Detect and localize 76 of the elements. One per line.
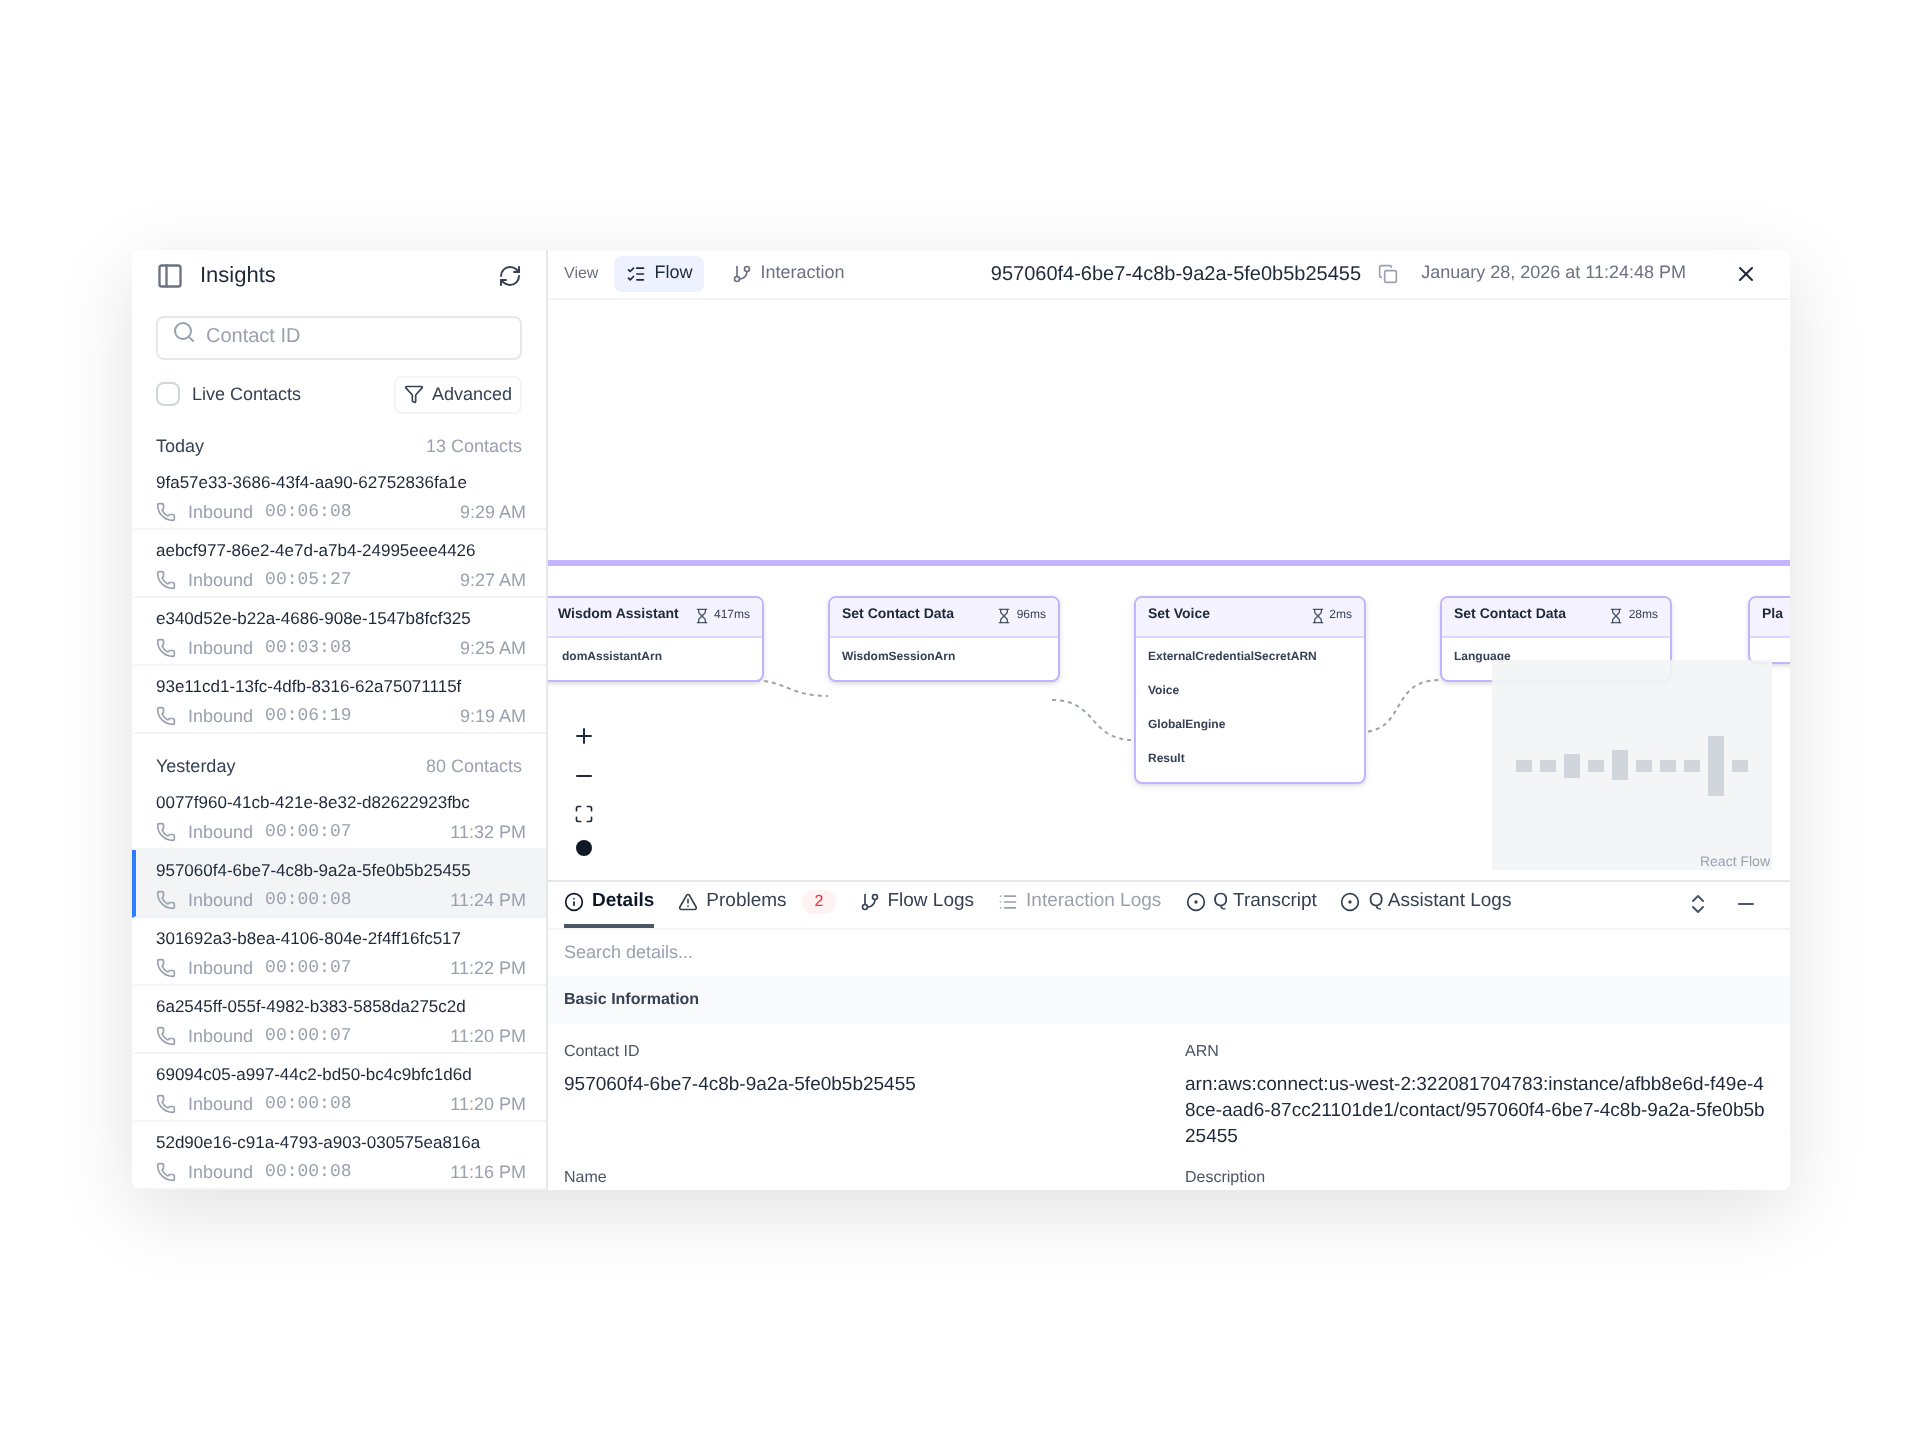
contact-item[interactable]: 52d90e16-c91a-4793-a903-030575ea816a Inbound 00:00:08 11:16 PM — [132, 1122, 546, 1190]
contact-time: 9:25 AM — [459, 636, 526, 660]
view-tab[interactable]: Interaction — [720, 256, 857, 292]
contact-time: 11:22 PM — [450, 956, 526, 980]
contact-id: 52d90e16-c91a-4793-a903-030575ea816a — [156, 1130, 483, 1154]
timestamp: January 28, 2026 at 11:24:48 PM — [1421, 260, 1686, 287]
contact-time: 11:20 PM — [450, 1092, 526, 1116]
field-label: Name — [564, 1166, 609, 1190]
group-label: Yesterday — [156, 754, 236, 778]
contact-time: 11:32 PM — [450, 820, 526, 844]
contact-item[interactable]: 69094c05-a997-44c2-bd50-bc4c9bfc1d6d Inbound 00:00:08 11:20 PM — [132, 1054, 546, 1122]
contact-id: 301692a3-b8ea-4106-804e-2f4ff16fc517 — [156, 926, 464, 950]
contact-direction: Inbound — [188, 820, 254, 844]
checkbox-label: Live Contacts — [192, 381, 302, 407]
field-value: arn:aws:connect:us-west-2:322081704783:instance/afbb8e6d-f49e-48ce-aad6-87cc21101de1/contact/957060f4-6be7-4c8b-9a2a-5fe0b5b25455 — [1185, 1072, 1767, 1150]
contact-direction: Inbound — [188, 1024, 254, 1048]
contact-item[interactable]: 6a2545ff-055f-4982-b383-5858da275c2d Inbound 00:00:07 11:20 PM — [132, 986, 546, 1054]
count-badge: 2 — [802, 890, 836, 915]
contact-duration: 00:00:07 — [265, 1024, 352, 1048]
contact-id: 957060f4-6be7-4c8b-9a2a-5fe0b5b25455 — [156, 858, 473, 882]
details-tab[interactable]: Details — [564, 882, 655, 928]
sidebar-title: Insights — [200, 261, 276, 292]
group-count: 80 Contacts — [425, 754, 522, 778]
details-tab[interactable]: Q Transcript — [1185, 882, 1317, 928]
contact-time: 11:16 PM — [450, 1160, 526, 1184]
contact-id: 93e11cd1-13fc-4dfb-8316-62a75071115f — [156, 674, 464, 698]
contact-direction: Inbound — [188, 500, 254, 524]
contact-direction: Inbound — [188, 636, 254, 660]
details-tab[interactable]: Q Assistant Logs — [1340, 882, 1512, 928]
contact-direction: Inbound — [188, 568, 254, 592]
search-field[interactable]: Contact ID — [156, 315, 522, 359]
contact-duration: 00:00:07 — [265, 956, 352, 980]
contact-item[interactable]: aebcf977-86e2-4e7d-a7b4-24995eee4426 Inbound 00:05:27 9:27 AM — [132, 530, 546, 598]
contact-duration: 00:00:08 — [265, 1160, 352, 1184]
contact-duration: 00:03:08 — [265, 636, 352, 660]
details-tab[interactable]: Problems 2 — [678, 882, 836, 928]
section-header: Basic Information — [548, 976, 1790, 1024]
details-tab[interactable]: Flow Logs — [859, 882, 975, 928]
field-value: 957060f4-6be7-4c8b-9a2a-5fe0b5b25455 — [564, 1072, 918, 1098]
contact-direction: Inbound — [188, 888, 254, 912]
contact-item[interactable]: 9fa57e33-3686-43f4-aa90-62752836fa1e Inbound 00:06:08 9:29 AM — [132, 462, 546, 530]
group-count: 13 Contacts — [425, 434, 522, 458]
field-label: Description — [1185, 1166, 1268, 1190]
contact-item[interactable]: 301692a3-b8ea-4106-804e-2f4ff16fc517 Inbound 00:00:07 11:22 PM — [132, 918, 546, 986]
contact-time: 9:19 AM — [459, 704, 526, 728]
contact-id: 6a2545ff-055f-4982-b383-5858da275c2d — [156, 994, 468, 1018]
view-tab[interactable]: Flow — [614, 256, 705, 292]
view-label: View — [564, 262, 599, 286]
contact-duration: 00:00:08 — [265, 1092, 352, 1116]
contact-direction: Inbound — [188, 704, 254, 728]
field-label: ARN — [1185, 1040, 1221, 1064]
contact-direction: Inbound — [188, 956, 254, 980]
contact-item[interactable]: 93e11cd1-13fc-4dfb-8316-62a75071115f Inbound 00:06:19 9:19 AM — [132, 666, 546, 734]
contact-time: 11:20 PM — [450, 1024, 526, 1048]
contact-id: aebcf977-86e2-4e7d-a7b4-24995eee4426 — [156, 538, 478, 562]
contact-duration: 00:06:19 — [265, 704, 352, 728]
contact-time: 9:29 AM — [459, 500, 526, 524]
contact-id: 0077f960-41cb-421e-8e32-d82622923fbc — [156, 790, 472, 814]
contact-item[interactable]: 957060f4-6be7-4c8b-9a2a-5fe0b5b25455 Inbound 00:00:08 11:24 PM — [132, 850, 546, 918]
contact-id: 9fa57e33-3686-43f4-aa90-62752836fa1e — [156, 470, 469, 494]
contact-duration: 00:05:27 — [265, 568, 352, 592]
details-search-field[interactable]: Search details... — [564, 929, 1774, 976]
contact-direction: Inbound — [188, 1160, 254, 1184]
field-label: Contact ID — [564, 1040, 642, 1064]
contact-id-title: 957060f4-6be7-4c8b-9a2a-5fe0b5b25455 — [990, 261, 1362, 289]
group-label: Today — [156, 434, 205, 458]
contact-item[interactable]: e340d52e-b22a-4686-908e-1547b8fcf325 Inbound 00:03:08 9:25 AM — [132, 598, 546, 666]
contact-id: 69094c05-a997-44c2-bd50-bc4c9bfc1d6d — [156, 1062, 474, 1086]
contact-time: 9:27 AM — [459, 568, 526, 592]
contact-id: e340d52e-b22a-4686-908e-1547b8fcf325 — [156, 606, 473, 630]
contact-duration: 00:00:08 — [265, 888, 352, 912]
contact-duration: 00:06:08 — [265, 500, 352, 524]
advanced-button[interactable]: Advanced — [393, 375, 522, 414]
contact-duration: 00:00:07 — [265, 820, 352, 844]
contact-time: 11:24 PM — [450, 888, 526, 912]
contact-direction: Inbound — [188, 1092, 254, 1116]
